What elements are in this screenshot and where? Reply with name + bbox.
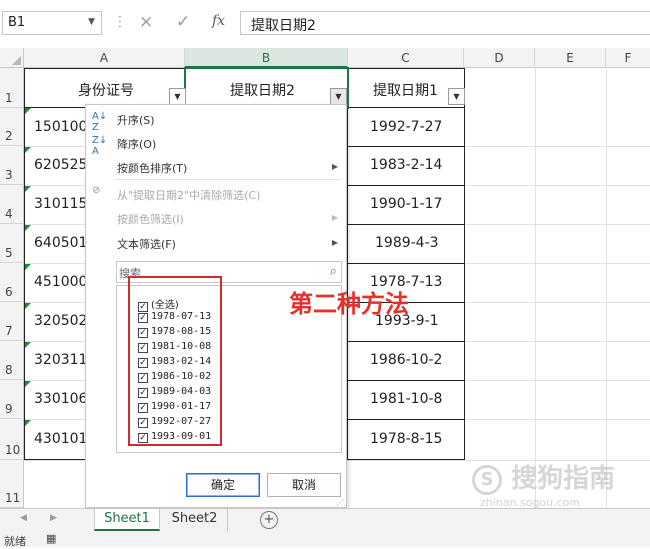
cell-a6[interactable]: 451000 bbox=[34, 274, 87, 290]
row-header[interactable]: 8 bbox=[0, 341, 24, 380]
cell-a4[interactable]: 310115 bbox=[34, 196, 87, 212]
sort-ascending-icon: A↓ Z bbox=[92, 111, 108, 133]
cell-c3[interactable]: 1983-2-14 bbox=[370, 157, 442, 173]
filter-dropdown-button-b[interactable]: ▼ bbox=[330, 88, 347, 105]
cell-c8[interactable]: 1986-10-2 bbox=[370, 352, 442, 368]
cell-c4[interactable]: 1990-1-17 bbox=[370, 196, 442, 212]
cell-a9[interactable]: 330106 bbox=[34, 391, 87, 407]
separator-icon: ⋮ bbox=[113, 14, 127, 30]
sheet-tab-bar: ◀ ▶ Sheet1 Sheet2 + bbox=[0, 508, 650, 532]
menu-sort-by-color[interactable]: 按颜色排序(T) bbox=[117, 160, 187, 176]
tab-sheet1[interactable]: Sheet1 bbox=[94, 509, 160, 531]
scroll-left-icon[interactable]: ◀ bbox=[20, 513, 27, 523]
confirm-icon[interactable]: ✓ bbox=[176, 12, 190, 32]
highlight-box bbox=[128, 276, 222, 446]
clear-filter-icon: ⊘ bbox=[92, 185, 101, 196]
cell-c5[interactable]: 1989-4-3 bbox=[375, 235, 439, 251]
cancel-icon[interactable]: × bbox=[139, 12, 153, 32]
row-header[interactable]: 1 bbox=[0, 68, 24, 108]
row-header[interactable]: 11 bbox=[0, 460, 24, 508]
menu-sort-ascending[interactable]: 升序(S) bbox=[117, 112, 155, 128]
name-box[interactable]: B1 bbox=[2, 11, 102, 35]
row-header[interactable]: 5 bbox=[0, 224, 24, 263]
row-header[interactable]: 9 bbox=[0, 380, 24, 419]
macro-record-icon[interactable]: ▦ bbox=[46, 532, 56, 545]
header-cell-date1[interactable]: 提取日期1 bbox=[373, 80, 438, 100]
resize-grip-icon[interactable]: ⋰ bbox=[336, 498, 344, 507]
cell-c2[interactable]: 1992-7-27 bbox=[370, 119, 442, 135]
filter-dropdown-button-a[interactable]: ▼ bbox=[169, 88, 186, 105]
cell-a5[interactable]: 640501 bbox=[34, 235, 87, 251]
column-header-d[interactable]: D bbox=[464, 48, 535, 68]
column-header-b[interactable]: B bbox=[185, 48, 348, 68]
select-all-corner[interactable] bbox=[0, 48, 24, 68]
cell-a2[interactable]: 150100 bbox=[34, 119, 87, 135]
row-header[interactable]: 7 bbox=[0, 302, 24, 341]
formula-bar: B1 ▼ ⋮ × ✓ fx 提取日期2 bbox=[0, 0, 650, 46]
menu-clear-filter: 从"提取日期2"中清除筛选(C) bbox=[117, 189, 261, 202]
submenu-arrow-icon: ▶ bbox=[331, 238, 338, 247]
scroll-right-icon[interactable]: ▶ bbox=[50, 513, 57, 523]
chevron-down-icon[interactable]: ▼ bbox=[88, 17, 95, 27]
cell-a10[interactable]: 430101 bbox=[34, 431, 87, 447]
column-header-c[interactable]: C bbox=[348, 48, 464, 68]
row-header[interactable]: 2 bbox=[0, 108, 24, 146]
header-cell-date2[interactable]: 提取日期2 bbox=[230, 80, 295, 100]
tab-sheet2[interactable]: Sheet2 bbox=[162, 509, 228, 531]
column-header-f[interactable]: F bbox=[606, 48, 650, 68]
formula-input[interactable]: 提取日期2 bbox=[240, 11, 650, 35]
row-header[interactable]: 6 bbox=[0, 263, 24, 302]
row-header[interactable]: 4 bbox=[0, 185, 24, 224]
menu-filter-by-color: 按颜色筛选(I) bbox=[117, 213, 184, 226]
sort-descending-icon: Z↓ A bbox=[92, 135, 108, 157]
add-sheet-icon[interactable]: + bbox=[260, 511, 278, 529]
search-icon[interactable]: ⌕ bbox=[330, 264, 337, 279]
ok-button[interactable]: 确定 bbox=[186, 473, 260, 497]
watermark: S 搜狗指南 bbox=[472, 458, 615, 495]
cell-a7[interactable]: 320502 bbox=[34, 313, 87, 329]
filter-dropdown-button-c[interactable]: ▼ bbox=[448, 88, 465, 105]
cell-c9[interactable]: 1981-10-8 bbox=[370, 391, 442, 407]
cell-a3[interactable]: 620525 bbox=[34, 157, 87, 173]
row-header[interactable]: 10 bbox=[0, 419, 24, 460]
column-header-e[interactable]: E bbox=[535, 48, 606, 68]
row-header[interactable]: 3 bbox=[0, 146, 24, 185]
insert-function-icon[interactable]: fx bbox=[212, 13, 225, 29]
status-bar: 就绪 ▦ bbox=[0, 532, 650, 548]
submenu-arrow-icon: ▶ bbox=[331, 162, 338, 171]
cell-a8[interactable]: 320311 bbox=[34, 352, 87, 368]
cancel-button[interactable]: 取消 bbox=[267, 473, 341, 497]
header-cell-id-number[interactable]: 身份证号 bbox=[78, 80, 134, 100]
submenu-arrow-icon: ▶ bbox=[331, 213, 338, 222]
menu-sort-descending[interactable]: 降序(O) bbox=[117, 136, 156, 152]
menu-text-filter[interactable]: 文本筛选(F) bbox=[117, 236, 176, 252]
cell-c10[interactable]: 1978-8-15 bbox=[370, 431, 442, 447]
annotation-label: 第二种方法 bbox=[289, 290, 409, 318]
column-header-a[interactable]: A bbox=[24, 48, 185, 68]
sogou-logo-icon: S bbox=[472, 464, 502, 495]
